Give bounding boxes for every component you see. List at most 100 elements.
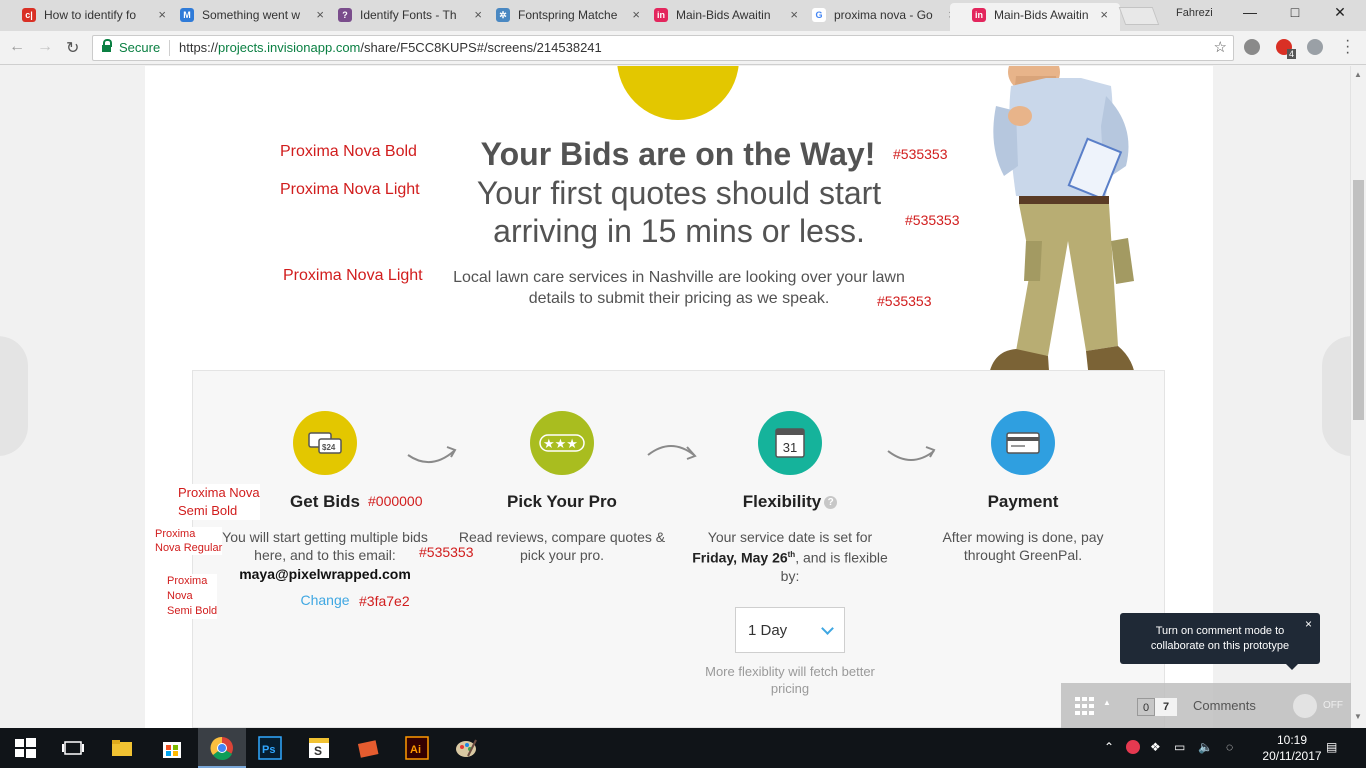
service-date-suffix: , and is flexible by: (780, 549, 888, 584)
page-subtitle: Your first quotes should start arriving … (476, 175, 882, 249)
tab-label: Main-Bids Awaitin (676, 8, 771, 22)
tray-overflow-icon[interactable]: ⌃ (1104, 740, 1114, 754)
step-title: Flexibility? (685, 492, 895, 512)
maximize-icon[interactable]: □ (1285, 4, 1305, 20)
tab-label: Fontspring Matche (518, 8, 618, 22)
annotation-headline-font: Proxima Nova Bold (280, 143, 417, 160)
tab-favicon-icon: c| (22, 8, 36, 22)
prev-screen-arrow[interactable] (0, 336, 28, 456)
url-text[interactable]: https://projects.invisionapp.com/share/F… (179, 40, 602, 55)
toggle-knob (1293, 694, 1317, 718)
books-icon[interactable] (356, 736, 380, 760)
annotation-line: Proxima (155, 528, 196, 540)
paint-icon[interactable] (454, 736, 478, 760)
chrome-icon[interactable] (210, 736, 234, 760)
store-icon[interactable] (160, 736, 184, 760)
annotation-lead-font: Proxima Nova Light (283, 267, 423, 284)
illustrator-icon[interactable]: Ai (405, 736, 429, 760)
secure-label: Secure (119, 40, 161, 55)
screens-grid-icon[interactable] (1075, 697, 1097, 715)
next-screen-arrow[interactable] (1322, 336, 1350, 456)
step-title-text: Flexibility (742, 492, 822, 511)
comment-mode-toggle[interactable]: OFF (1293, 694, 1343, 718)
close-tab-icon[interactable]: × (1100, 3, 1108, 27)
flexibility-select[interactable]: 1 Day (735, 606, 845, 653)
vertical-scrollbar[interactable]: ▲ ▼ (1350, 66, 1366, 728)
flexibility-note: More flexiblity will fetch better pricin… (705, 663, 875, 696)
clock-time: 10:19 (1276, 733, 1308, 747)
action-center-icon[interactable]: ▤ (1326, 740, 1337, 754)
annotation-line: Proxima Nova (178, 485, 260, 500)
annotation-subheadline-font: Proxima Nova Light (280, 181, 420, 198)
url-scheme: https:// (179, 40, 219, 55)
stars-icon: ★★★ (530, 411, 594, 475)
annotation-link-color: #3fa7e2 (359, 593, 410, 609)
profile-name[interactable]: Fahrezi (1176, 7, 1213, 19)
scroll-down-icon[interactable]: ▼ (1354, 712, 1362, 721)
tab-favicon-icon: ? (338, 8, 352, 22)
sketchbook-icon[interactable]: S (307, 736, 331, 760)
close-window-icon[interactable]: ✕ (1330, 4, 1350, 21)
step-description: Your service date is set for Friday, May… (685, 528, 895, 585)
unread-comments-count: 0 (1137, 698, 1155, 716)
svg-text:S: S (314, 744, 322, 758)
close-icon[interactable]: × (1305, 617, 1312, 632)
tab-something-went-wrong[interactable]: M Something went w × (158, 3, 336, 31)
step-description: You will start getting multiple bids her… (222, 529, 428, 563)
system-clock[interactable]: 10:19 20/11/2017 (1262, 732, 1322, 764)
scrollbar-thumb[interactable] (1353, 180, 1364, 420)
task-view-icon[interactable] (61, 736, 85, 760)
reload-icon[interactable]: ↻ (66, 38, 79, 58)
comment-mode-tooltip: Turn on comment mode to collaborate on t… (1120, 613, 1320, 670)
minimize-icon[interactable]: — (1240, 4, 1260, 20)
tab-main-bids-active[interactable]: in Main-Bids Awaitin × (950, 3, 1120, 31)
how-it-works-panel: $24 Get Bids You will start getting mult… (192, 370, 1165, 728)
tab-favicon-icon: M (180, 8, 194, 22)
step-description: Read reviews, compare quotes & pick your… (458, 529, 666, 563)
tab-label: How to identify fo (44, 8, 137, 22)
change-email-link[interactable]: Change (300, 592, 349, 608)
caret-up-icon[interactable]: ▲ (1103, 698, 1111, 707)
tab-label: Main-Bids Awaitin (994, 8, 1089, 22)
photoshop-icon[interactable]: Ps (258, 736, 282, 760)
extension-icon[interactable] (1244, 39, 1260, 55)
dropbox-icon[interactable]: ❖ (1150, 740, 1161, 754)
windows-start-icon[interactable] (13, 736, 37, 760)
lock-icon (102, 39, 112, 53)
volume-icon[interactable]: 🔈 (1198, 740, 1213, 754)
file-explorer-icon[interactable] (110, 736, 134, 760)
skype-icon[interactable] (1307, 39, 1323, 55)
svg-text:Ai: Ai (410, 744, 421, 756)
battery-icon[interactable]: ▭ (1174, 740, 1185, 754)
invision-favicon-icon: in (654, 8, 668, 22)
chrome-menu-icon[interactable]: · · · (1345, 33, 1350, 61)
lawn-guy-illustration (986, 66, 1138, 390)
toggle-label: OFF (1323, 700, 1343, 711)
annotation-step-desc-color: #535353 (419, 544, 474, 560)
browser-toolbar: ← → ↻ Secure https://projects.invisionap… (0, 31, 1366, 65)
wifi-icon[interactable]: ◌ (1226, 740, 1233, 754)
scroll-up-icon[interactable]: ▲ (1354, 70, 1362, 79)
tab-fontspring[interactable]: ✲ Fontspring Matche × (474, 3, 652, 31)
user-email: maya@pixelwrapped.com (239, 566, 411, 582)
step-title: Pick Your Pro (507, 492, 617, 511)
forward-arrow-icon[interactable]: → (37, 38, 53, 56)
tab-label: Identify Fonts - Th (360, 8, 457, 22)
clock-date: 20/11/2017 (1262, 749, 1322, 763)
total-comments-count: 7 (1155, 698, 1177, 716)
tab-main-bids-1[interactable]: in Main-Bids Awaitin × (632, 3, 810, 31)
address-bar[interactable]: Secure https://projects.invisionapp.com/… (92, 35, 1234, 61)
comments-label: Comments (1193, 698, 1256, 713)
tab-how-to-identify[interactable]: c| How to identify fo × (0, 3, 178, 31)
tab-proxima-nova-google[interactable]: G proxima nova - Go × (790, 3, 968, 31)
invision-favicon-icon: in (972, 8, 986, 22)
tab-label: proxima nova - Go (834, 8, 933, 22)
new-tab-button[interactable] (1118, 7, 1160, 25)
bookmark-star-icon[interactable]: ☆ (1214, 38, 1227, 56)
tray-app-icon[interactable] (1126, 740, 1140, 754)
step-flexibility: 31 Flexibility? Your service date is set… (685, 411, 895, 697)
help-icon[interactable]: ? (824, 496, 838, 509)
extension-badge: 4 (1287, 49, 1297, 59)
back-arrow-icon[interactable]: ← (9, 38, 25, 56)
tab-identify-fonts[interactable]: ? Identify Fonts - Th × (316, 3, 494, 31)
